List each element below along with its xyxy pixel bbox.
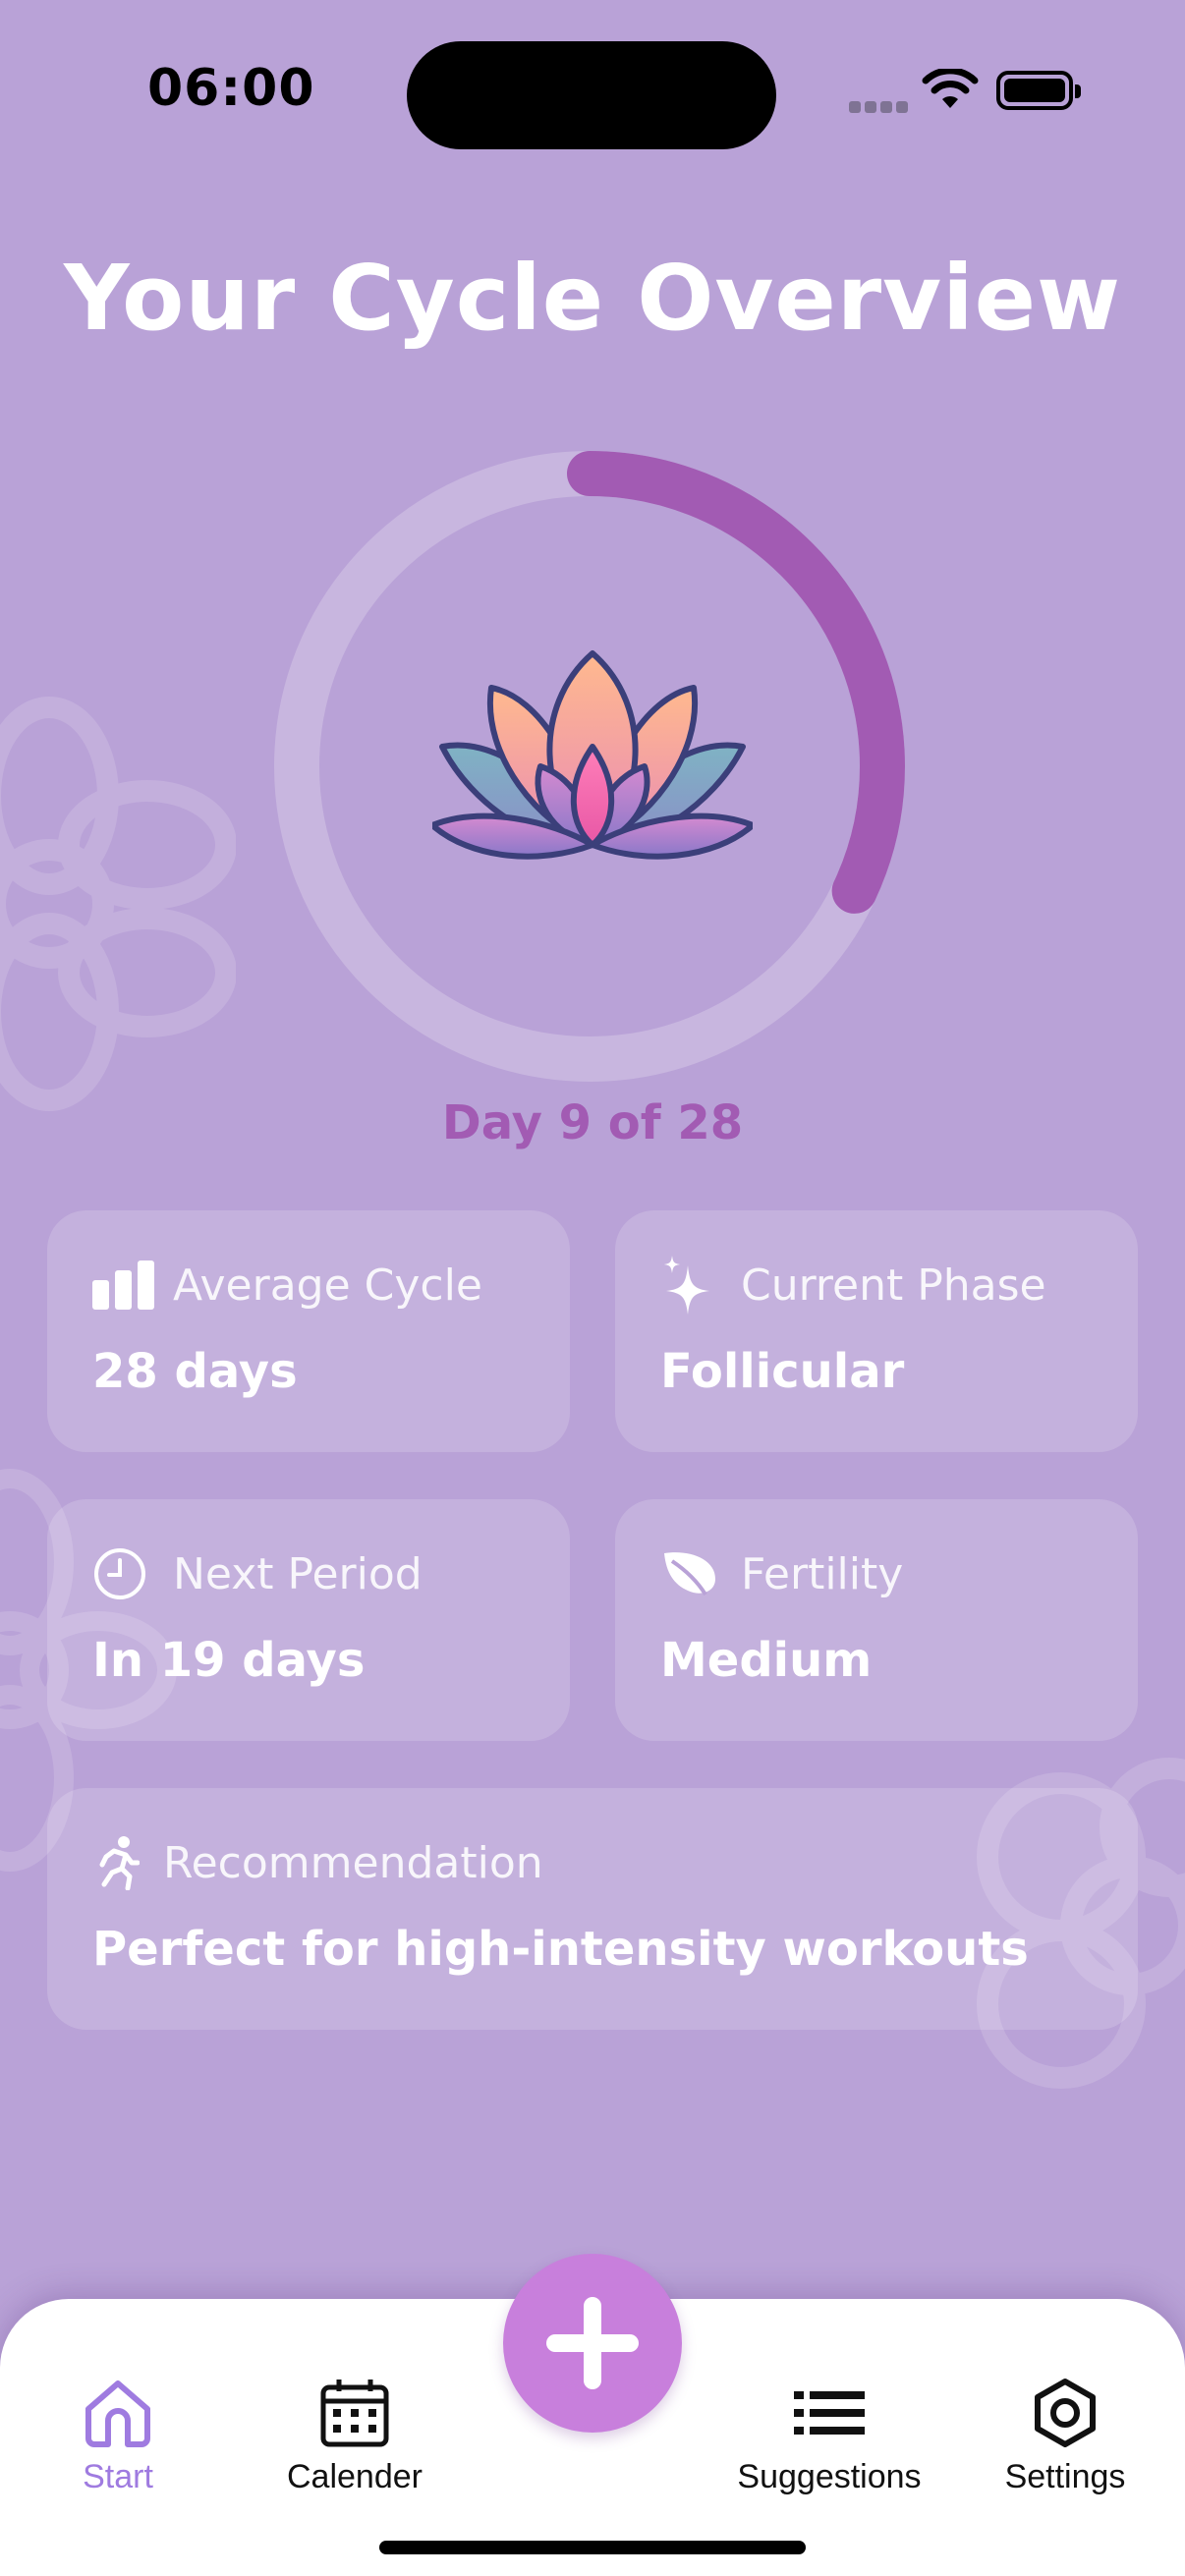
card-value: Perfect for high-intensity workouts (92, 1922, 1029, 1977)
card-value: In 19 days (92, 1633, 366, 1688)
page-title: Your Cycle Overview (63, 246, 1122, 351)
calendar-icon (320, 2380, 389, 2447)
tab-settings[interactable]: Settings (967, 2378, 1163, 2496)
cellular-signal-icon (849, 98, 912, 117)
running-icon (92, 1833, 153, 1892)
tab-label: Settings (1004, 2458, 1126, 2495)
tab-suggestions[interactable]: Suggestions (731, 2378, 928, 2496)
dynamic-island (407, 41, 776, 149)
home-icon (85, 2380, 150, 2447)
card-label: Next Period (173, 1548, 423, 1599)
card-value: Medium (660, 1633, 873, 1688)
lotus-icon (432, 650, 753, 860)
fertility-card: Fertility Medium (615, 1499, 1138, 1741)
tab-label: Suggestions (737, 2458, 922, 2495)
current-phase-card: Current Phase Follicular (615, 1210, 1138, 1452)
bar-chart-icon (92, 1256, 163, 1315)
card-label: Current Phase (741, 1260, 1046, 1311)
card-label: Recommendation (163, 1837, 543, 1888)
card-value: 28 days (92, 1344, 298, 1399)
card-label: Fertility (741, 1548, 904, 1599)
recommendation-card: Recommendation Perfect for high-intensit… (47, 1788, 1138, 2030)
gear-icon (1035, 2379, 1096, 2447)
wifi-icon (922, 69, 979, 108)
tab-calendar[interactable]: Calender (256, 2378, 453, 2496)
list-icon (794, 2391, 865, 2435)
average-cycle-card: Average Cycle 28 days (47, 1210, 570, 1452)
card-label: Average Cycle (173, 1260, 482, 1311)
card-value: Follicular (660, 1344, 905, 1399)
battery-icon (996, 71, 1081, 110)
flower-decoration-icon (0, 697, 236, 1111)
leaf-icon (660, 1544, 731, 1603)
clock-icon (92, 1544, 163, 1603)
add-entry-button[interactable] (503, 2254, 682, 2433)
tab-label: Start (83, 2458, 153, 2495)
tab-label: Calender (287, 2458, 423, 2495)
tab-start[interactable]: Start (20, 2378, 216, 2496)
status-time: 06:00 (147, 59, 315, 118)
home-indicator (379, 2541, 806, 2554)
cycle-day-label: Day 9 of 28 (441, 1095, 744, 1150)
next-period-card: Next Period In 19 days (47, 1499, 570, 1741)
sparkles-icon (660, 1256, 731, 1315)
